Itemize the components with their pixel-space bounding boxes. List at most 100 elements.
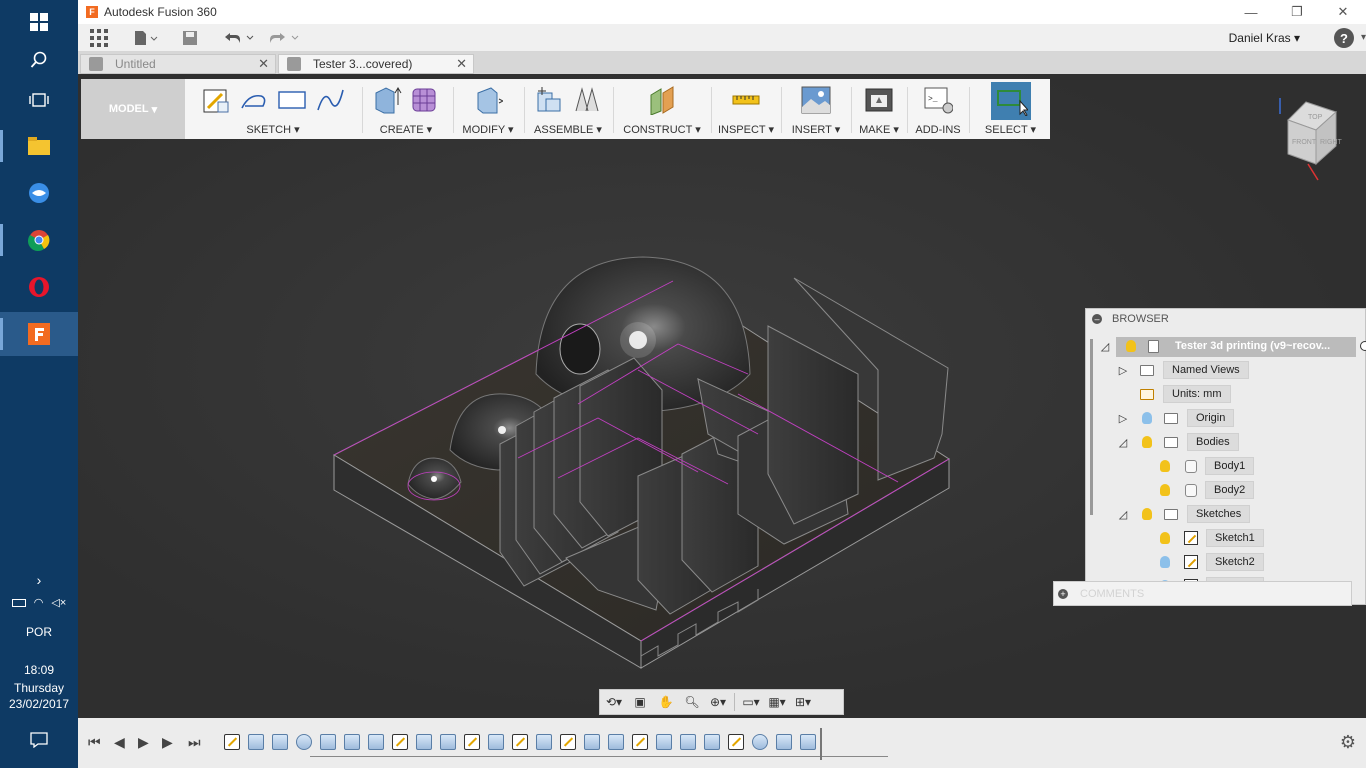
tab-untitled[interactable]: Untitled ✕	[80, 54, 276, 74]
expand-triangle-icon[interactable]: ▷	[1116, 363, 1130, 377]
timeline-extrude-feature[interactable]	[416, 734, 432, 750]
language-indicator[interactable]: POR	[0, 625, 78, 639]
chrome-icon[interactable]	[0, 218, 78, 262]
browser-item-sketch2[interactable]: Sketch2	[1134, 552, 1264, 572]
go-to-start-icon[interactable]: ⏮	[88, 734, 101, 751]
grid-settings-icon[interactable]: ▦▾	[767, 693, 787, 711]
timeline-revolve-feature[interactable]	[752, 734, 768, 750]
form-icon[interactable]	[410, 85, 440, 115]
make-menu-label[interactable]: MAKE ▾	[853, 123, 905, 136]
insert-image-icon[interactable]	[801, 85, 831, 115]
zoom-window-icon[interactable]: ⊕▾	[708, 693, 728, 711]
play-icon[interactable]: ▶	[162, 734, 173, 751]
pan-hand-icon[interactable]: ✋	[656, 693, 676, 711]
step-back-icon[interactable]: ◀	[114, 734, 125, 751]
select-menu-label[interactable]: SELECT ▾	[971, 123, 1050, 136]
step-forward-icon[interactable]: ▶	[138, 734, 149, 751]
construct-group[interactable]: CONSTRUCT ▾	[616, 79, 708, 139]
help-dropdown-chevron-icon[interactable]: ▾	[1361, 32, 1366, 43]
create-sketch-icon[interactable]	[201, 85, 231, 115]
timeline-revolve-feature[interactable]	[296, 734, 312, 750]
rectangle-icon[interactable]	[277, 85, 307, 115]
file-menu-icon[interactable]	[134, 28, 158, 48]
timeline-extrude-feature[interactable]	[704, 734, 720, 750]
battery-icon[interactable]	[11, 599, 26, 607]
display-settings-icon[interactable]: ▭▾	[741, 693, 761, 711]
inspect-group[interactable]: INSPECT ▾	[714, 79, 778, 139]
add-ins-menu-label[interactable]: ADD-INS	[909, 124, 967, 136]
make-group[interactable]: MAKE ▾	[853, 79, 905, 139]
fusion-360-icon[interactable]	[0, 312, 78, 356]
save-icon[interactable]	[182, 28, 198, 48]
minimize-button[interactable]: —	[1228, 0, 1274, 24]
add-ins-group[interactable]: >_ ADD-INS	[909, 79, 967, 139]
close-button[interactable]: ✕	[1320, 0, 1366, 24]
visibility-bulb-icon[interactable]	[1160, 532, 1170, 544]
clock-date[interactable]: 23/02/2017	[0, 697, 78, 711]
visibility-bulb-icon[interactable]	[1142, 436, 1152, 448]
opera-icon[interactable]	[0, 265, 78, 309]
timeline-extrude-feature[interactable]	[488, 734, 504, 750]
timeline-extrude-feature[interactable]	[440, 734, 456, 750]
go-to-end-icon[interactable]: ⏭	[188, 734, 201, 751]
timeline-extrude-feature[interactable]	[320, 734, 336, 750]
app-icon-blue[interactable]	[0, 171, 78, 215]
timeline-extrude-feature[interactable]	[656, 734, 672, 750]
collapse-panel-icon[interactable]: –	[1092, 314, 1102, 324]
new-component-icon[interactable]	[534, 85, 564, 115]
browser-item-origin[interactable]: ▷ Origin	[1116, 408, 1235, 428]
tab-tester-3d-printing[interactable]: Tester 3...covered) ✕	[278, 54, 474, 74]
visibility-bulb-icon[interactable]	[1160, 484, 1170, 496]
insert-group[interactable]: INSERT ▾	[784, 79, 848, 139]
collapse-triangle-icon[interactable]: ◿	[1116, 435, 1130, 449]
assemble-menu-label[interactable]: ASSEMBLE ▾	[527, 123, 609, 136]
browser-item-sketches[interactable]: ◿ Sketches	[1116, 504, 1251, 524]
data-panel-grid-icon[interactable]	[90, 28, 108, 48]
scripts-add-ins-icon[interactable]: >_	[923, 85, 953, 115]
timeline-extrude-feature[interactable]	[248, 734, 264, 750]
timeline-sketch-feature[interactable]	[632, 734, 648, 750]
timeline-settings-gear-icon[interactable]: ⚙	[1340, 732, 1356, 753]
browser-root-row[interactable]: ◿ Tester 3d printing (v9~recov...	[1098, 336, 1366, 356]
browser-header[interactable]: – BROWSER	[1086, 309, 1365, 329]
timeline-sketch-feature[interactable]	[512, 734, 528, 750]
undo-icon[interactable]	[222, 28, 254, 48]
redo-icon[interactable]	[268, 28, 300, 48]
file-explorer-icon[interactable]	[0, 124, 78, 168]
comments-panel[interactable]: + COMMENTS	[1053, 581, 1352, 606]
collapse-triangle-icon[interactable]: ◿	[1116, 507, 1130, 521]
press-pull-icon[interactable]	[473, 85, 503, 115]
timeline-extrude-feature[interactable]	[680, 734, 696, 750]
system-tray[interactable]: ◠ ◁×	[0, 596, 78, 609]
browser-item-sketch1[interactable]: Sketch1	[1134, 528, 1264, 548]
search-icon[interactable]	[0, 38, 78, 82]
visibility-bulb-icon[interactable]	[1142, 508, 1152, 520]
timeline-extrude-feature[interactable]	[272, 734, 288, 750]
create-menu-label[interactable]: CREATE ▾	[364, 123, 448, 136]
construct-menu-label[interactable]: CONSTRUCT ▾	[616, 123, 708, 136]
visibility-bulb-icon[interactable]	[1160, 556, 1170, 568]
volume-icon[interactable]: ◁×	[51, 596, 66, 609]
timeline-sketch-feature[interactable]	[224, 734, 240, 750]
workspace-switcher-button[interactable]: MODEL ▾	[81, 79, 185, 139]
measure-icon[interactable]	[731, 85, 761, 115]
browser-item-bodies[interactable]: ◿ Bodies	[1116, 432, 1239, 452]
visibility-bulb-icon[interactable]	[1160, 460, 1170, 472]
timeline-extrude-feature[interactable]	[608, 734, 624, 750]
chevron-up-icon[interactable]: ›	[0, 572, 78, 588]
orbit-icon[interactable]: ⟲▾	[604, 693, 624, 711]
joint-icon[interactable]	[572, 85, 602, 115]
create-group[interactable]: CREATE ▾	[364, 79, 448, 139]
task-view-icon[interactable]	[0, 78, 78, 122]
help-icon[interactable]: ?	[1334, 28, 1354, 48]
spline-icon[interactable]	[315, 85, 345, 115]
line-icon[interactable]	[239, 85, 269, 115]
clock-time[interactable]: 18:09	[0, 663, 78, 677]
timeline-extrude-feature[interactable]	[776, 734, 792, 750]
timeline-sketch-feature[interactable]	[560, 734, 576, 750]
look-at-icon[interactable]: ▣	[630, 693, 650, 711]
extrude-icon[interactable]	[372, 85, 402, 115]
offset-plane-icon[interactable]	[647, 85, 677, 115]
timeline-sketch-feature[interactable]	[728, 734, 744, 750]
timeline-extrude-feature[interactable]	[536, 734, 552, 750]
